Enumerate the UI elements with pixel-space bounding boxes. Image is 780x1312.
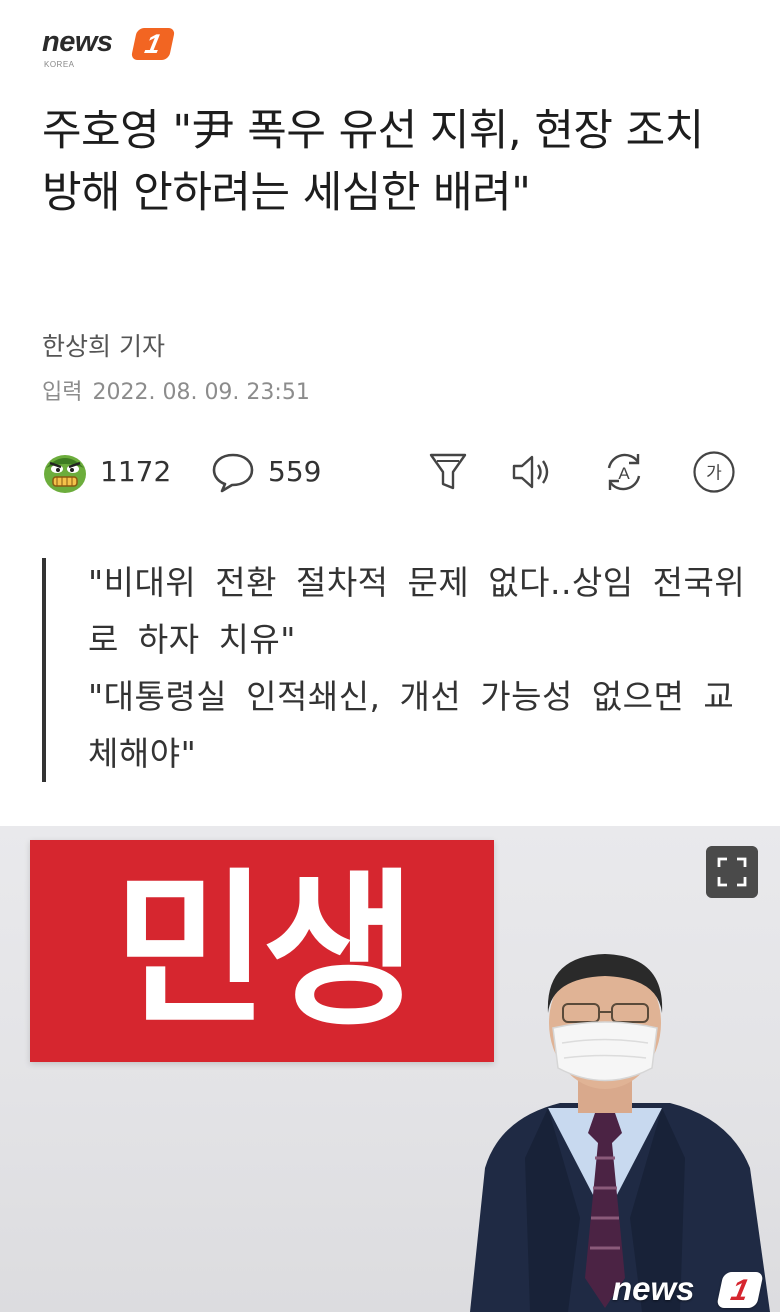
font-size-icon[interactable]: 가	[692, 450, 736, 494]
summary-line: "대통령실 인적쇄신, 개선 가능성 없으면 교체해야"	[88, 677, 735, 773]
speaker-icon[interactable]	[510, 450, 554, 494]
font-size-glyph: 가	[706, 464, 722, 484]
logo-badge: 1	[130, 28, 176, 60]
published-timestamp: 2022. 08. 09. 23:51	[92, 380, 310, 405]
photo-watermark: news 1	[612, 1266, 777, 1312]
translate-glyph: A	[618, 464, 630, 483]
published-label: 입력	[42, 380, 83, 405]
article-headline: 주호영 "尹 폭우 유선 지휘, 현장 조치 방해 안하려는 세심한 배려"	[42, 106, 704, 218]
sign-text: 민생	[113, 853, 416, 1049]
reaction-count: 1172	[100, 455, 172, 488]
watermark-badge: 1	[716, 1272, 764, 1308]
article-summary: "비대위 전환 절차적 문제 없다..상임 전국위로 하자 치유" "대통령실 …	[42, 558, 746, 782]
article-action-bar: 1172 559 A 가	[42, 448, 742, 496]
translate-icon[interactable]: A	[602, 450, 646, 494]
backdrop-sign: 민생	[30, 840, 494, 1062]
news1-logo[interactable]: news 1 KOREA	[42, 24, 176, 70]
published-date: 입력 2022. 08. 09. 23:51	[42, 374, 310, 406]
watermark-wordmark: news	[612, 1270, 695, 1307]
angry-face-icon[interactable]	[42, 450, 88, 494]
expand-icon[interactable]	[706, 846, 758, 898]
summary-line: "비대위 전환 절차적 문제 없다..상임 전국위로 하자 치유"	[88, 563, 746, 659]
logo-subtitle: KOREA	[44, 60, 75, 69]
comment-icon[interactable]	[210, 451, 256, 493]
filter-icon[interactable]	[426, 450, 470, 494]
article-photo[interactable]: 민생 news 1	[0, 826, 780, 1312]
comment-count: 559	[268, 455, 322, 488]
logo-wordmark: news	[42, 26, 113, 58]
reporter-name[interactable]: 한상희 기자	[42, 327, 165, 363]
person-figure	[470, 954, 770, 1312]
